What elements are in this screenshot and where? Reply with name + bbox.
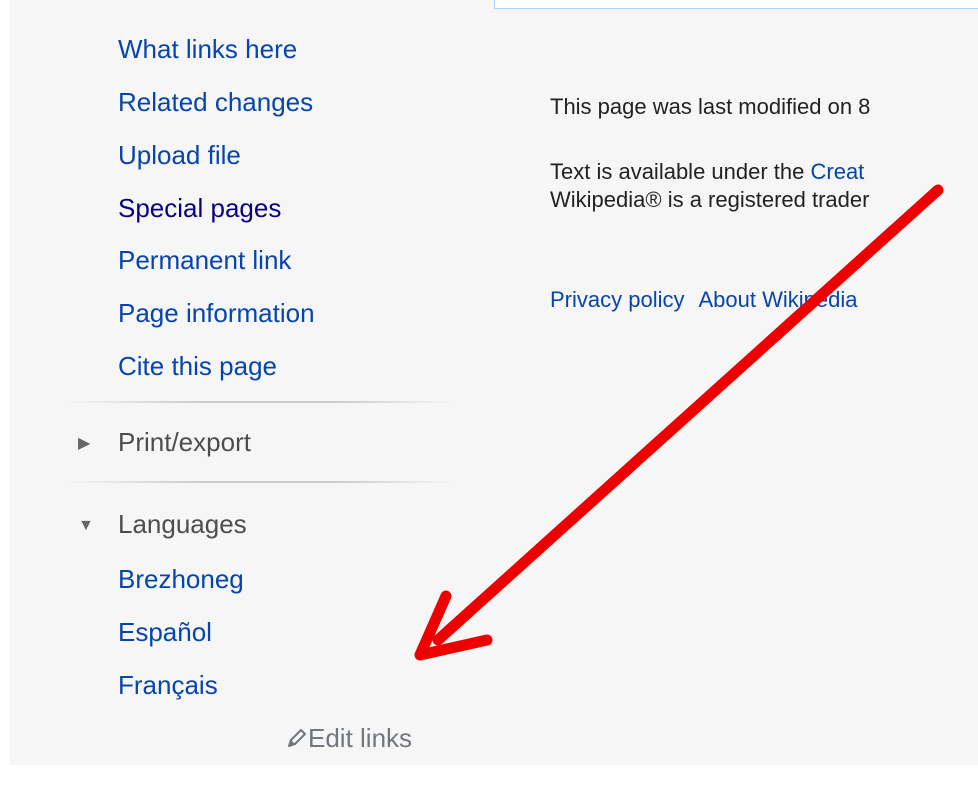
print-export-label: Print/export (118, 427, 251, 457)
edit-links-label: Edit links (308, 723, 413, 753)
portal-divider (64, 401, 454, 403)
language-link-espanol[interactable]: Español (118, 616, 212, 648)
language-link-brezhoneg[interactable]: Brezhoneg (118, 563, 244, 595)
footer-trademark-prefix: Wikipedia® is a registered tra (550, 187, 838, 212)
footer-places: Privacy policy About Wikipedia (550, 286, 871, 314)
sidebar-link-permanent-link[interactable]: Permanent link (118, 244, 291, 276)
edit-links-button[interactable]: Edit links (286, 722, 412, 754)
footer-trademark-tail: der (837, 187, 870, 212)
footer-privacy-policy-link[interactable]: Privacy policy (550, 287, 684, 312)
portal-divider (64, 481, 454, 483)
sidebar-link-cite-this-page[interactable]: Cite this page (118, 350, 277, 382)
footer-license-prefix: Text is available under the (550, 159, 811, 184)
expanded-triangle-icon: ▼ (78, 517, 94, 534)
languages-heading[interactable]: ▼ Languages (78, 508, 247, 542)
sidebar-link-special-pages[interactable]: Special pages (118, 192, 281, 224)
footer-about-wikipedia-link[interactable]: About Wikipedia (698, 287, 857, 312)
pencil-icon (288, 729, 306, 747)
sidebar-link-related-changes[interactable]: Related changes (118, 86, 313, 118)
languages-label: Languages (118, 509, 247, 539)
collapsed-triangle-icon: ▶ (78, 435, 91, 452)
sidebar-link-page-information[interactable]: Page information (118, 297, 315, 329)
sidebar-link-upload-file[interactable]: Upload file (118, 139, 241, 171)
footer-license-link[interactable]: Creat (811, 159, 865, 184)
print-export-heading[interactable]: ▶ Print/export (78, 426, 251, 460)
footer-last-modified: This page was last modified on 8 (550, 94, 871, 119)
sidebar-link-what-links-here[interactable]: What links here (118, 33, 297, 65)
footer-license-line: Text is available under the Creat (550, 158, 864, 186)
content-area-edge (494, 0, 978, 9)
footer-trademark-line: Wikipedia® is a registered trader (550, 186, 869, 214)
language-link-francais[interactable]: Français (118, 669, 218, 701)
